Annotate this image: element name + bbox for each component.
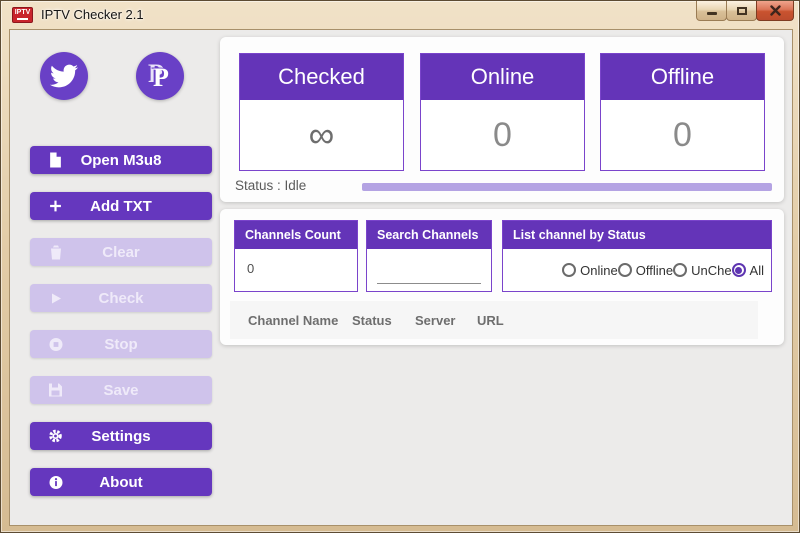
- gear-icon: [48, 429, 63, 444]
- offline-stat-value: 0: [601, 100, 764, 170]
- clear-label: Clear: [102, 244, 140, 261]
- about-label: About: [99, 474, 142, 491]
- offline-stat-label: Offline: [601, 54, 764, 100]
- radio-online-label: Online: [580, 263, 618, 278]
- close-button[interactable]: [756, 1, 794, 21]
- radio-unchecked-icon: [673, 263, 687, 277]
- radio-all-label: All: [750, 263, 764, 278]
- save-button[interactable]: Save: [30, 376, 212, 404]
- trash-icon: [48, 245, 63, 260]
- minimize-icon: [707, 12, 717, 15]
- plus-icon: [48, 199, 63, 214]
- save-label: Save: [103, 382, 138, 399]
- search-input[interactable]: [377, 266, 481, 284]
- app-logo-text: IPTV: [15, 9, 31, 16]
- col-status: Status: [352, 313, 415, 328]
- radio-offline-icon: [618, 263, 632, 277]
- status-text: Status : Idle: [235, 178, 306, 193]
- radio-online[interactable]: Online: [562, 263, 618, 278]
- online-stat-value: 0: [421, 100, 584, 170]
- stop-label: Stop: [104, 336, 137, 353]
- settings-label: Settings: [91, 428, 150, 445]
- offline-stat-box: Offline 0: [600, 53, 765, 171]
- radio-offline[interactable]: Offline: [618, 263, 673, 278]
- window-controls: [697, 1, 794, 21]
- search-channels-title: Search Channels: [367, 221, 491, 249]
- radio-unchecked[interactable]: UnChe: [673, 263, 731, 278]
- check-button[interactable]: Check: [30, 284, 212, 312]
- online-stat-box: Online 0: [420, 53, 585, 171]
- play-icon: [48, 291, 63, 306]
- maximize-button[interactable]: [726, 1, 757, 21]
- channels-card: Channels Count 0 Search Channels List ch…: [220, 209, 784, 345]
- stop-button[interactable]: Stop: [30, 330, 212, 358]
- about-button[interactable]: About: [30, 468, 212, 496]
- window-title: IPTV Checker 2.1: [41, 1, 144, 29]
- info-icon: [48, 475, 63, 490]
- client-area: PP Open M3u8 Add TXT Clear: [9, 29, 793, 526]
- radio-all-icon: [732, 263, 746, 277]
- title-bar[interactable]: IPTV IPTV Checker 2.1: [1, 1, 799, 29]
- col-channel-name: Channel Name: [248, 313, 352, 328]
- add-txt-button[interactable]: Add TXT: [30, 192, 212, 220]
- channel-table-header: Channel Name Status Server URL: [230, 301, 758, 339]
- save-icon: [48, 383, 63, 398]
- status-filter-options: Online Offline UnChe All: [503, 249, 771, 291]
- radio-online-icon: [562, 263, 576, 277]
- maximize-icon: [737, 7, 747, 15]
- stop-icon: [48, 337, 63, 352]
- col-server: Server: [415, 313, 477, 328]
- app-logo-icon: IPTV: [12, 7, 33, 23]
- clear-button[interactable]: Clear: [30, 238, 212, 266]
- settings-button[interactable]: Settings: [30, 422, 212, 450]
- twitter-icon: [50, 62, 78, 90]
- channels-count-value: 0: [235, 249, 357, 276]
- file-icon: [48, 153, 63, 168]
- minimize-button[interactable]: [696, 1, 727, 21]
- channels-count-title: Channels Count: [235, 221, 357, 249]
- channels-count-panel: Channels Count 0: [234, 220, 358, 292]
- status-filter-title: List channel by Status: [503, 221, 771, 249]
- app-window: IPTV IPTV Checker 2.1: [0, 0, 800, 533]
- check-label: Check: [98, 290, 143, 307]
- checked-stat-value: ∞: [240, 100, 403, 170]
- app-logo-bar: [17, 18, 28, 20]
- radio-offline-label: Offline: [636, 263, 673, 278]
- open-m3u8-label: Open M3u8: [81, 152, 162, 169]
- online-stat-label: Online: [421, 54, 584, 100]
- checked-stat-box: Checked ∞: [239, 53, 404, 171]
- twitter-link[interactable]: [40, 52, 88, 100]
- add-txt-label: Add TXT: [90, 198, 152, 215]
- paypal-link[interactable]: PP: [136, 52, 184, 100]
- col-url: URL: [477, 313, 504, 328]
- close-icon: [770, 5, 781, 16]
- status-filter-panel: List channel by Status Online Offline: [502, 220, 772, 292]
- open-m3u8-button[interactable]: Open M3u8: [30, 146, 212, 174]
- progress-bar: [362, 183, 772, 191]
- paypal-icon: PP: [145, 60, 175, 92]
- window-frame: IPTV IPTV Checker 2.1: [0, 0, 800, 533]
- radio-all[interactable]: All: [732, 263, 764, 278]
- stats-card: Checked ∞ Online 0 Offline 0 Status : Id…: [220, 37, 784, 202]
- checked-stat-label: Checked: [240, 54, 403, 100]
- search-channels-panel: Search Channels: [366, 220, 492, 292]
- radio-unchecked-label: UnChe: [691, 263, 731, 278]
